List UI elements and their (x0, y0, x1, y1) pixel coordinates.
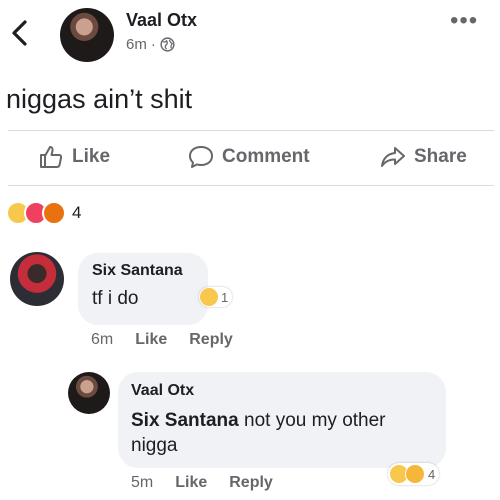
mention-link[interactable]: Six Santana (131, 410, 239, 431)
comment-actions: 6m Like Reply (91, 331, 233, 349)
commenter-name[interactable]: Six Santana (92, 262, 183, 280)
reactions-summary[interactable]: 4 (6, 201, 81, 225)
reply-reaction-count: 4 (428, 466, 436, 482)
post-time[interactable]: 6m (126, 36, 147, 53)
post-text: niggas ain’t shit (6, 84, 193, 114)
comment-reaction-count: 1 (221, 289, 229, 305)
reply-like-link[interactable]: Like (175, 474, 207, 492)
reply-time: 5m (131, 474, 154, 491)
back-arrow-icon[interactable] (8, 18, 32, 48)
author-name[interactable]: Vaal Otx (126, 10, 197, 31)
more-options-icon[interactable]: ••• (450, 9, 478, 33)
comment-bubble-icon (189, 146, 213, 168)
thumbs-up-icon (40, 146, 63, 168)
reply-author-avatar[interactable] (68, 372, 110, 414)
share-label: Share (414, 146, 467, 167)
share-arrow-icon (381, 147, 405, 167)
reply-actions: 5m Like Reply (131, 474, 273, 492)
divider (8, 185, 494, 186)
haha-reaction-icon (200, 288, 218, 306)
comment-button[interactable]: Comment (188, 144, 310, 170)
comment-label: Comment (222, 146, 310, 167)
like-label: Like (72, 146, 111, 167)
reaction-count: 4 (72, 203, 82, 222)
care-reaction-icon (405, 464, 425, 484)
comment-text: tf i do (92, 288, 139, 309)
meta-separator: · (150, 36, 156, 53)
comment-reply-link[interactable]: Reply (189, 331, 233, 349)
reply-reply-link[interactable]: Reply (229, 474, 273, 492)
angry-reaction-icon (42, 201, 66, 225)
comment-like-link[interactable]: Like (135, 331, 167, 349)
reply-author-name[interactable]: Vaal Otx (131, 382, 194, 400)
share-button[interactable]: Share (380, 144, 467, 170)
author-avatar[interactable] (60, 8, 114, 62)
globe-icon (160, 37, 175, 52)
reply-text: Six Santana not you my other nigga (131, 408, 436, 458)
post-meta: 6m · (126, 36, 175, 53)
comment-reaction-badge[interactable]: 1 (199, 287, 233, 307)
reply-reaction-badge[interactable]: 4 (388, 463, 440, 485)
comment-time: 6m (91, 331, 114, 348)
like-button[interactable]: Like (38, 144, 110, 170)
commenter-avatar[interactable] (10, 252, 64, 306)
divider (8, 130, 494, 131)
